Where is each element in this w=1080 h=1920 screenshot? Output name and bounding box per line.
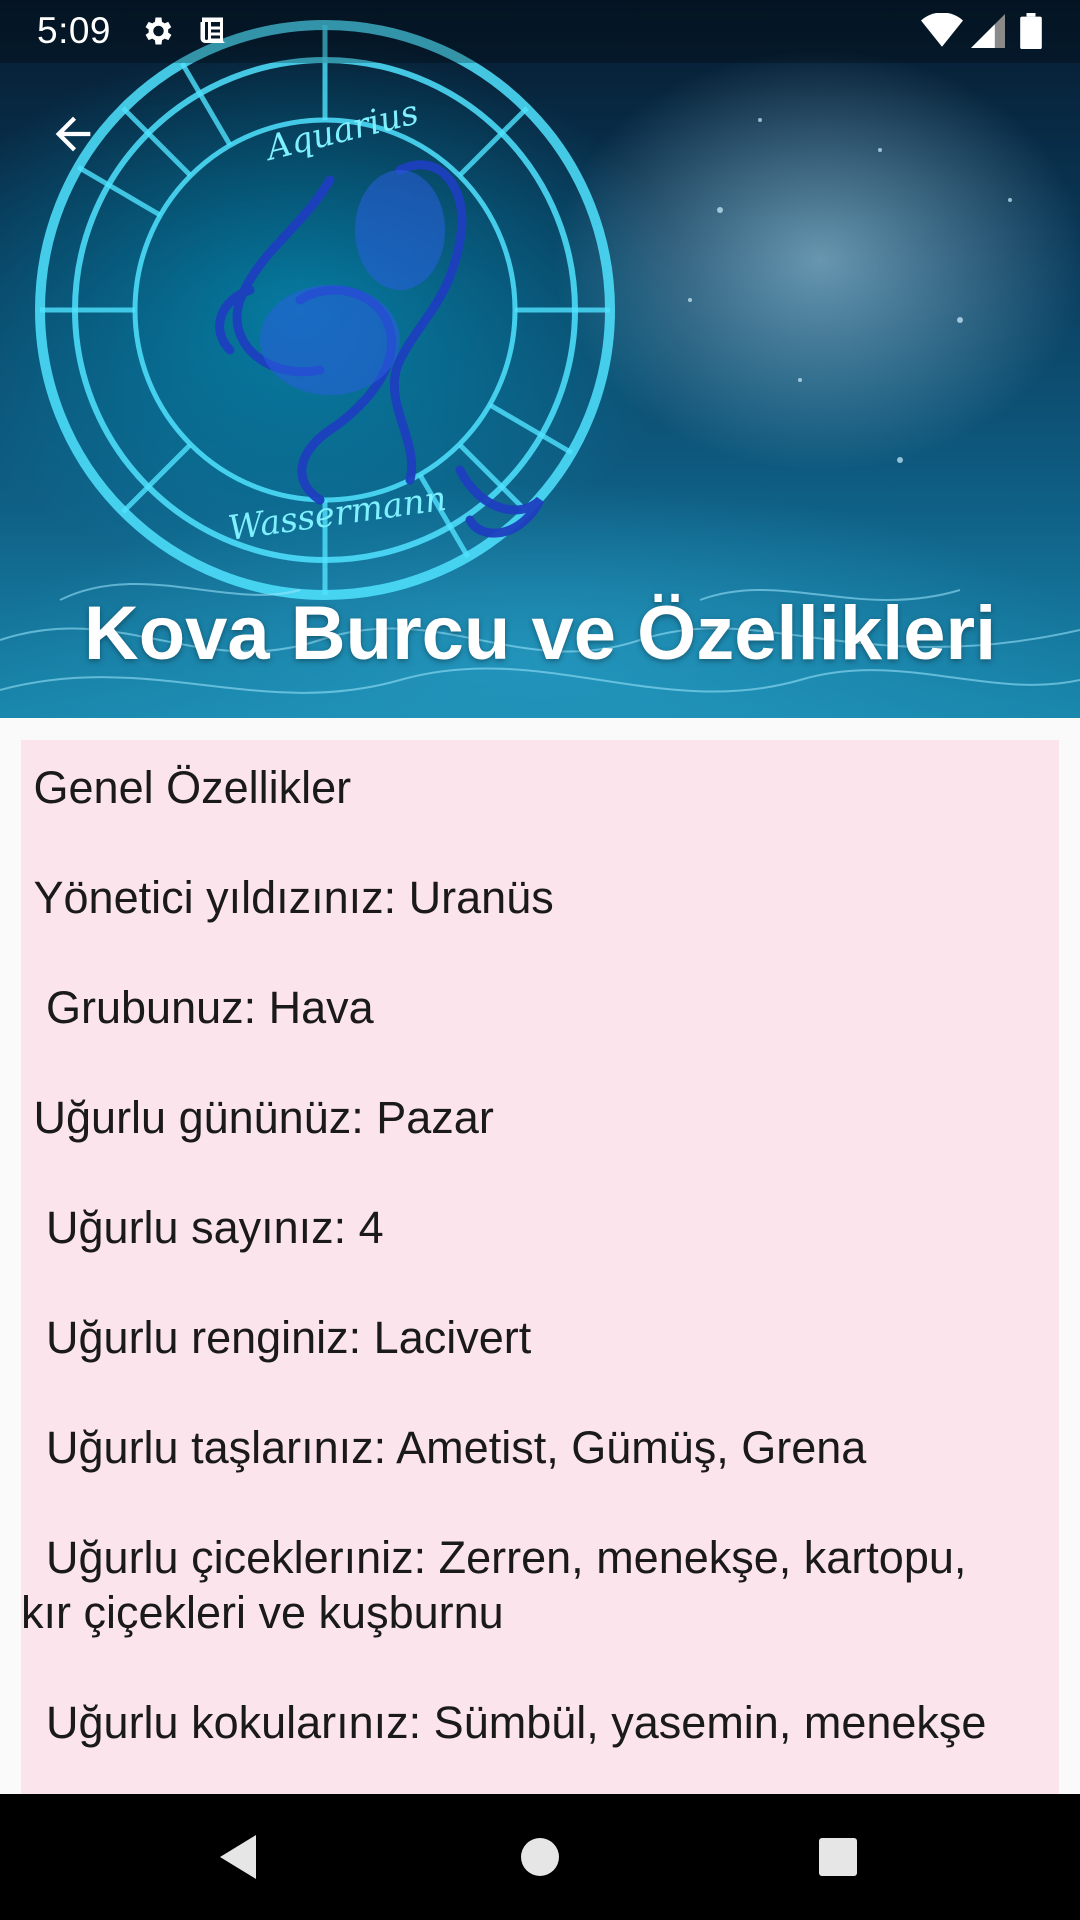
- back-button[interactable]: [37, 98, 109, 170]
- header-image: Aquarius Wassermann 5:09 Kova Burcu ve Ö…: [0, 0, 1080, 718]
- news-icon: [196, 13, 232, 54]
- info-card: Genel Özellikler Yönetici yıldızınız: Ur…: [21, 740, 1059, 1794]
- battery-icon: [1020, 13, 1042, 54]
- element-group-line: Grubunuz: Hava: [21, 982, 374, 1033]
- lucky-scents-line: Uğurlu kokularınız: Sümbül, yasemin, men…: [21, 1697, 987, 1748]
- navigation-bar: [0, 1794, 1080, 1920]
- back-triangle-icon: [220, 1835, 256, 1879]
- signal-icon: [971, 13, 1005, 54]
- svg-text:Aquarius: Aquarius: [260, 92, 423, 169]
- section-heading: Genel Özellikler: [21, 762, 352, 813]
- status-bar: 5:09: [0, 0, 1080, 63]
- nav-home-button[interactable]: [510, 1827, 570, 1887]
- lucky-number-line: Uğurlu sayınız: 4: [21, 1202, 384, 1253]
- arrow-back-icon: [55, 116, 91, 152]
- nav-recents-button[interactable]: [808, 1827, 868, 1887]
- home-circle-icon: [521, 1838, 559, 1876]
- status-time: 5:09: [37, 10, 112, 51]
- lucky-color-line: Uğurlu renginiz: Lacivert: [21, 1312, 532, 1363]
- lucky-day-line: Uğurlu gününüz: Pazar: [21, 1092, 494, 1143]
- gear-icon: [139, 13, 175, 54]
- wifi-icon: [921, 12, 963, 54]
- lucky-stones-line: Uğurlu taşlarınız: Ametist, Gümüş, Grena: [21, 1422, 867, 1473]
- nav-back-button[interactable]: [208, 1827, 268, 1887]
- ruling-planet-line: Yönetici yıldızınız: Uranüs: [21, 872, 554, 923]
- recents-square-icon: [819, 1838, 857, 1876]
- lucky-flowers-line: Uğurlu çiceklerıniz: Zerren, menekşe, ka…: [21, 1532, 967, 1638]
- page-title: Kova Burcu ve Özellikleri: [83, 591, 997, 676]
